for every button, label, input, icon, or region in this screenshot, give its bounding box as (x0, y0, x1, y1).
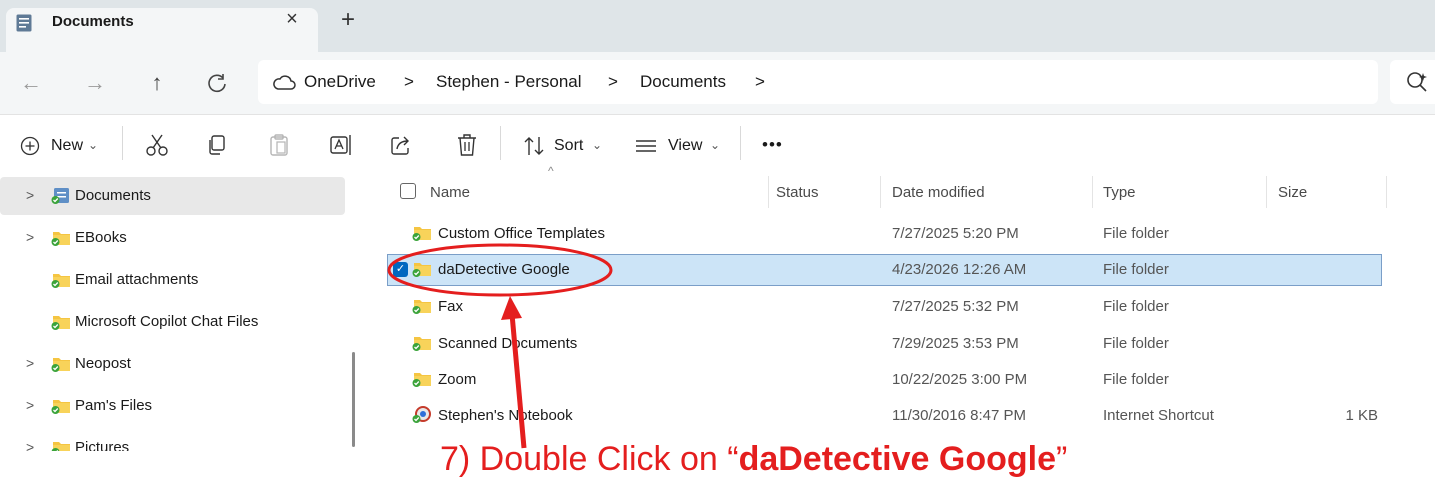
file-date-modified: 10/22/2025 3:00 PM (892, 371, 1028, 388)
chevron-right-icon[interactable]: > (26, 397, 38, 413)
file-type: File folder (1103, 225, 1169, 242)
new-button[interactable]: New (51, 137, 83, 155)
breadcrumb-onedrive[interactable]: OneDrive (304, 72, 376, 92)
file-type: File folder (1103, 298, 1169, 315)
sort-button[interactable]: Sort (554, 137, 583, 155)
folder-icon (51, 316, 70, 330)
rename-icon[interactable] (328, 132, 354, 158)
documents-tab-icon (16, 14, 32, 32)
chevron-down-icon[interactable]: ⌄ (710, 138, 720, 152)
folder-icon (51, 442, 70, 451)
chevron-down-icon[interactable]: ⌄ (88, 138, 98, 152)
sidebar-item[interactable]: > Documents (0, 177, 345, 215)
chevron-right-icon[interactable]: > (26, 187, 38, 203)
new-tab-button[interactable]: + (336, 6, 360, 34)
file-size: 1 KB (1345, 407, 1378, 424)
more-options-button[interactable]: ••• (762, 135, 783, 155)
sort-icon[interactable] (522, 135, 546, 157)
toolbar-divider (500, 126, 501, 160)
breadcrumb-separator[interactable]: > (404, 72, 414, 92)
file-type: File folder (1103, 371, 1169, 388)
folder-icon (51, 400, 70, 414)
address-bar[interactable] (258, 60, 1378, 104)
file-date-modified: 11/30/2016 8:47 PM (892, 407, 1026, 424)
select-all-checkbox[interactable] (400, 183, 416, 199)
sidebar-item-label: Pictures (75, 439, 130, 451)
caption-suffix: ” (1055, 440, 1068, 478)
column-header-name[interactable]: Name (430, 184, 470, 201)
sidebar-item-label: Pam's Files (75, 397, 153, 414)
tab-title: Documents (52, 13, 134, 30)
toolbar-divider (122, 126, 123, 160)
column-divider[interactable] (880, 176, 881, 208)
column-header-type[interactable]: Type (1103, 184, 1136, 201)
back-arrow-icon[interactable]: ← (14, 66, 48, 100)
column-divider[interactable] (1092, 176, 1093, 208)
column-divider[interactable] (1386, 176, 1387, 208)
sidebar-item[interactable]: > Neopost (0, 345, 345, 383)
chevron-right-icon[interactable]: > (26, 439, 38, 451)
column-header-size[interactable]: Size (1278, 184, 1307, 201)
annotation-arrow-shaft (509, 313, 527, 449)
file-type: Internet Shortcut (1103, 407, 1214, 424)
chevron-right-icon[interactable]: > (26, 229, 38, 245)
toolbar-divider (740, 126, 741, 160)
sidebar-item-label: EBooks (75, 229, 127, 246)
up-arrow-icon[interactable]: ↑ (140, 66, 174, 100)
breadcrumb-documents[interactable]: Documents (640, 72, 726, 92)
close-tab-icon[interactable]: × (282, 8, 302, 31)
sidebar-item-label: Documents (75, 187, 151, 204)
folder-icon (51, 274, 70, 288)
breadcrumb-stephen-personal[interactable]: Stephen - Personal (436, 72, 582, 92)
column-divider[interactable] (768, 176, 769, 208)
refresh-icon[interactable] (206, 72, 228, 94)
column-header-status[interactable]: Status (776, 184, 819, 201)
instruction-caption: 7) Double Click on “daDetective Google” (440, 440, 1067, 479)
chevron-down-icon[interactable]: ⌄ (592, 138, 602, 152)
forward-arrow-icon[interactable]: → (78, 66, 112, 100)
sidebar-item[interactable]: > Pam's Files (0, 387, 345, 425)
copy-icon[interactable] (204, 132, 230, 158)
onedrive-cloud-icon (273, 75, 296, 90)
sidebar-item[interactable]: Email attachments (0, 261, 345, 299)
folder-icon (51, 358, 70, 372)
cut-icon[interactable] (144, 132, 170, 158)
sidebar-item[interactable]: > EBooks (0, 219, 345, 257)
share-icon[interactable] (388, 132, 414, 158)
documents-library-icon (51, 188, 69, 204)
file-type: File folder (1103, 261, 1169, 278)
file-date-modified: 7/27/2025 5:20 PM (892, 225, 1019, 242)
delete-icon[interactable] (454, 132, 480, 158)
sort-ascending-icon: ^ (548, 164, 554, 178)
column-divider[interactable] (1266, 176, 1267, 208)
file-date-modified: 4/23/2026 12:26 AM (892, 261, 1027, 278)
plus-circle-icon[interactable] (20, 136, 40, 156)
column-header-date-modified[interactable]: Date modified (892, 184, 985, 201)
sidebar-item[interactable]: Microsoft Copilot Chat Files (0, 303, 345, 341)
view-list-icon[interactable] (634, 138, 658, 154)
paste-icon[interactable] (266, 132, 292, 158)
breadcrumb-separator[interactable]: > (608, 72, 618, 92)
view-button[interactable]: View (668, 137, 702, 155)
file-date-modified: 7/29/2025 3:53 PM (892, 335, 1019, 352)
navigation-pane: > Documents > EBooks Email attachments Micros… (0, 173, 365, 451)
annotation-arrow-head (501, 296, 522, 320)
caption-prefix: 7) Double Click on “ (440, 440, 739, 478)
file-date-modified: 7/27/2025 5:32 PM (892, 298, 1019, 315)
breadcrumb-separator[interactable]: > (755, 72, 765, 92)
sidebar-item-label: Microsoft Copilot Chat Files (75, 313, 259, 330)
sidebar-item-label: Email attachments (75, 271, 199, 288)
sidebar-item[interactable]: > Pictures (0, 429, 345, 451)
file-type: File folder (1103, 335, 1169, 352)
caption-folder-name: daDetective Google (738, 440, 1056, 478)
annotation-circle (387, 243, 613, 297)
chevron-right-icon[interactable]: > (26, 355, 38, 371)
copilot-search-icon[interactable] (1405, 70, 1429, 94)
sidebar-item-label: Neopost (75, 355, 131, 372)
sidebar-scrollbar[interactable] (352, 352, 355, 447)
folder-icon (51, 232, 70, 246)
annotation-overlay (387, 243, 613, 449)
